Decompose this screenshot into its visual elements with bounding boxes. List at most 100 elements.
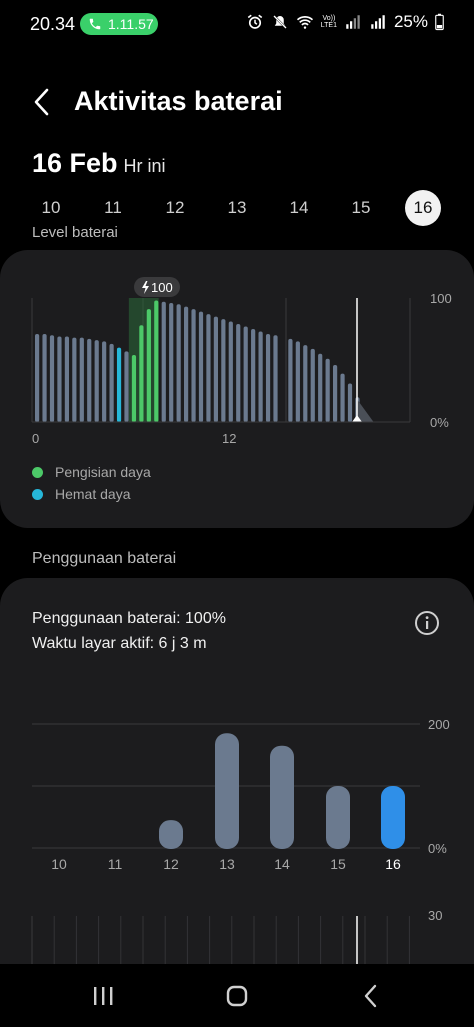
legend-label-charging: Pengisian daya — [55, 464, 151, 480]
legend-dot-power-saving — [32, 488, 43, 500]
level-bar — [124, 351, 129, 422]
level-bar — [161, 301, 166, 422]
usage-x-tick: 10 — [51, 856, 67, 872]
volte-icon: Vo)) LTE1 — [320, 15, 337, 29]
app-header: Aktivitas baterai — [0, 78, 474, 126]
level-bar — [176, 304, 181, 422]
screen: 20.34 1.11.57 Vo)) LTE1 25% Aktivitas bat… — [0, 0, 474, 1027]
peek-y-tick: 30 — [428, 908, 442, 923]
usage-bar — [326, 786, 350, 849]
usage-x-tick: 11 — [108, 856, 123, 872]
level-bar — [184, 306, 189, 422]
projection-area — [357, 400, 374, 422]
selected-date: 16 Feb Hr ini — [32, 148, 166, 179]
level-bar — [49, 335, 55, 422]
usage-section-title: Penggunaan baterai — [32, 550, 177, 567]
legend-dot-charging — [32, 466, 43, 478]
level-bar — [333, 364, 338, 422]
level-bar — [79, 337, 84, 422]
level-bar — [273, 335, 278, 422]
battery-icon — [435, 13, 444, 31]
level-bar — [109, 343, 114, 422]
day-tab-12[interactable]: 12 — [157, 190, 193, 226]
legend-item-charging: Pengisian daya — [32, 464, 151, 480]
level-bar — [243, 326, 248, 422]
level-bar — [131, 355, 137, 422]
usage-x-tick: 13 — [219, 856, 235, 872]
status-icons: Vo)) LTE1 25% — [246, 12, 444, 32]
usage-x-tick: 15 — [330, 856, 346, 872]
level-bar — [116, 347, 122, 422]
level-bar — [258, 331, 263, 422]
wifi-icon — [296, 16, 313, 29]
level-bar — [94, 340, 99, 422]
level-bar — [72, 337, 77, 422]
back-icon — [364, 984, 377, 1008]
day-tab-13[interactable]: 13 — [219, 190, 255, 226]
page-title: Aktivitas baterai — [74, 86, 283, 116]
battery-percent: 25% — [393, 12, 428, 31]
usage-x-tick: 14 — [274, 856, 290, 872]
level-bar — [154, 300, 159, 422]
level-bar — [42, 333, 47, 422]
level-bar — [102, 341, 107, 422]
date-main: 16 Feb — [32, 148, 118, 178]
battery-usage-card[interactable]: Penggunaan baterai: 100% Waktu layar akt… — [0, 578, 474, 998]
usage-bar — [270, 745, 294, 849]
level-bar — [347, 383, 353, 422]
home-icon — [226, 985, 248, 1007]
level-bar — [340, 373, 345, 422]
home-button[interactable] — [222, 982, 252, 1010]
usage-y-tick-0: 0% — [428, 841, 447, 856]
recents-icon — [94, 987, 113, 1005]
level-bar — [251, 329, 256, 422]
level-bar — [295, 341, 300, 422]
level-bar — [318, 353, 323, 422]
battery-level-card[interactable]: 100 100 0% 0 12 Pengisian daya Hemat daya — [0, 250, 474, 528]
level-bar — [221, 319, 226, 422]
level-bar — [288, 338, 293, 422]
back-button[interactable] — [28, 86, 56, 118]
level-bar — [213, 316, 218, 422]
day-tab-11[interactable]: 11 — [95, 190, 131, 226]
level-section-title: Level baterai — [32, 224, 118, 238]
phone-icon — [89, 18, 101, 30]
y-tick-0: 0% — [430, 415, 449, 430]
level-bar — [265, 333, 271, 422]
signal-icon — [346, 15, 360, 29]
level-bar — [35, 333, 40, 422]
legend: Pengisian daya Hemat daya — [32, 464, 151, 508]
level-bar — [191, 309, 196, 422]
level-bar — [139, 325, 144, 422]
x-tick-12: 12 — [222, 431, 236, 446]
date-sub: Hr ini — [123, 156, 166, 176]
level-bar — [198, 311, 204, 422]
charge-badge-value: 100 — [151, 280, 173, 295]
legend-label-power-saving: Hemat daya — [55, 486, 131, 502]
day-tab-15[interactable]: 15 — [343, 190, 379, 226]
recents-button[interactable] — [88, 982, 118, 1010]
navigation-bar — [0, 964, 474, 1027]
level-bar — [146, 309, 151, 422]
mute-icon — [272, 15, 287, 29]
usage-bar — [159, 820, 183, 849]
level-bar — [236, 324, 241, 422]
day-tab-14[interactable]: 14 — [281, 190, 317, 226]
level-bar — [87, 338, 92, 422]
battery-usage-chart: 200 0% 10 11 12 13 14 15 16 30 — [31, 717, 450, 978]
status-bar: 20.34 1.11.57 Vo)) LTE1 25% — [0, 0, 474, 48]
level-bar — [228, 321, 233, 422]
day-tab-16[interactable]: 16 — [405, 190, 441, 226]
status-time: 20.34 — [30, 14, 76, 34]
alarm-icon — [247, 14, 262, 29]
level-bar — [169, 302, 174, 422]
legend-item-power-saving: Hemat daya — [32, 486, 151, 502]
day-selector: 10 11 12 13 14 15 16 — [20, 190, 454, 228]
nav-back-button[interactable] — [356, 982, 386, 1010]
ongoing-call-chip[interactable]: 1.11.57 — [80, 13, 158, 35]
x-tick-0: 0 — [32, 431, 39, 446]
day-tab-10[interactable]: 10 — [33, 190, 69, 226]
level-bar — [303, 345, 308, 422]
level-bar — [64, 336, 69, 422]
usage-x-tick: 16 — [385, 856, 401, 872]
